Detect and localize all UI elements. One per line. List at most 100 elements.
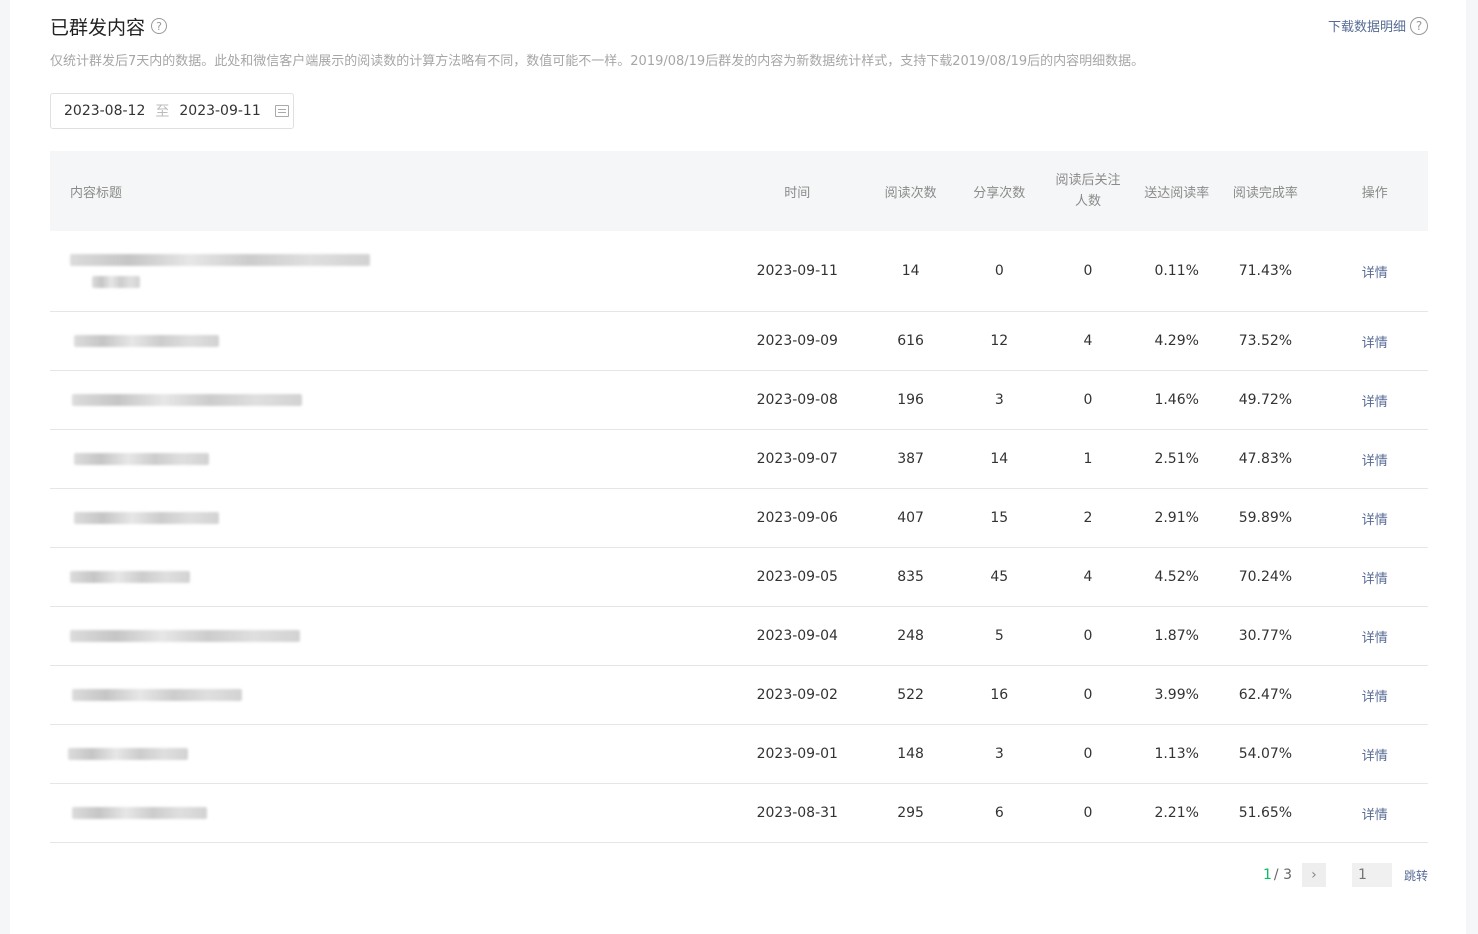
row-complete-rate: 47.83% (1238, 451, 1293, 467)
total-pages: / 3 (1273, 867, 1292, 883)
row-time: 2023-09-04 (756, 628, 838, 644)
header-action: 操作 (1361, 185, 1388, 201)
detail-link[interactable]: 详情 (1362, 513, 1388, 528)
current-page: 1 (1262, 867, 1272, 883)
pagination: 1 / 3 › 跳转 (1263, 863, 1428, 887)
row-title-redacted[interactable] (50, 607, 740, 665)
row-follows: 0 (1083, 745, 1093, 762)
row-title-redacted[interactable] (50, 231, 740, 311)
title-row: 已群发内容 ? (50, 12, 168, 40)
row-complete-rate: 73.52% (1238, 333, 1293, 349)
row-complete-rate: 51.65% (1238, 805, 1293, 821)
table-header: 内容标题 时间 阅读次数 分享次数 阅读后关注 人数 送达阅读率 阅读完成率 操… (50, 151, 1428, 231)
table-row: 2023-09-06 407 15 2 2.91% 59.89% 详情 (50, 489, 1428, 548)
detail-link[interactable]: 详情 (1362, 749, 1388, 764)
row-reads: 295 (897, 805, 924, 821)
row-complete-rate: 49.72% (1238, 392, 1293, 408)
row-deliver-rate: 2.21% (1154, 805, 1199, 821)
calendar-icon[interactable] (274, 105, 289, 117)
table-row: 2023-09-08 196 3 0 1.46% 49.72% 详情 (50, 371, 1428, 430)
row-title-redacted[interactable] (50, 548, 740, 606)
download-data-link[interactable]: 下载数据明细 ? (1328, 16, 1428, 35)
row-shares: 14 (990, 451, 1009, 467)
detail-link[interactable]: 详情 (1362, 572, 1388, 587)
row-title-redacted[interactable] (50, 312, 740, 370)
row-complete-rate: 71.43% (1238, 263, 1293, 279)
redacted-title-block (70, 254, 370, 266)
row-follows: 2 (1083, 509, 1093, 526)
row-deliver-rate: 3.99% (1154, 687, 1199, 703)
row-deliver-rate: 1.87% (1154, 628, 1199, 644)
row-time: 2023-08-31 (756, 805, 838, 821)
download-data-label[interactable]: 下载数据明细 (1328, 16, 1406, 35)
end-date[interactable]: 2023-09-11 (179, 103, 260, 119)
header-follows-line1: 阅读后关注 (1055, 173, 1121, 188)
table-row: 2023-09-01 148 3 0 1.13% 54.07% 详情 (50, 725, 1428, 784)
row-reads: 387 (897, 451, 924, 467)
row-title-redacted[interactable] (50, 725, 740, 783)
table-row: 2023-09-05 835 45 4 4.52% 70.24% 详情 (50, 548, 1428, 607)
table-row: 2023-09-11 14 0 0 0.11% 71.43% 详情 (50, 231, 1428, 312)
jump-button[interactable]: 跳转 (1404, 867, 1428, 884)
row-title-redacted[interactable] (50, 666, 740, 724)
row-complete-rate: 54.07% (1238, 746, 1293, 762)
header-complete-rate: 阅读完成率 (1232, 185, 1298, 201)
row-follows: 4 (1083, 568, 1093, 585)
row-deliver-rate: 2.91% (1154, 510, 1199, 526)
row-time: 2023-09-11 (756, 263, 838, 279)
row-title-redacted[interactable] (50, 371, 740, 429)
detail-link[interactable]: 详情 (1362, 808, 1388, 823)
row-shares: 5 (994, 628, 1004, 644)
page-jump-input[interactable] (1351, 863, 1392, 887)
table-row: 2023-08-31 295 6 0 2.21% 51.65% 详情 (50, 784, 1428, 843)
detail-link[interactable]: 详情 (1362, 266, 1388, 281)
row-time: 2023-09-09 (756, 333, 838, 349)
row-title-redacted[interactable] (50, 489, 740, 547)
table-row: 2023-09-04 248 5 0 1.87% 30.77% 详情 (50, 607, 1428, 666)
row-title-redacted[interactable] (50, 430, 740, 488)
header-shares: 分享次数 (973, 185, 1026, 201)
redacted-title-block (92, 276, 140, 288)
chevron-right-icon: › (1311, 867, 1317, 883)
help-icon[interactable]: ? (151, 18, 168, 34)
redacted-title-block (70, 571, 190, 583)
header-follows-line2: 人数 (1074, 194, 1101, 209)
header-follows: 阅读后关注 人数 (1032, 170, 1144, 212)
detail-link[interactable]: 详情 (1362, 690, 1388, 705)
row-reads: 14 (901, 263, 920, 279)
row-shares: 45 (990, 569, 1009, 585)
detail-link[interactable]: 详情 (1362, 395, 1388, 410)
row-complete-rate: 70.24% (1238, 569, 1293, 585)
content-table: 内容标题 时间 阅读次数 分享次数 阅读后关注 人数 送达阅读率 阅读完成率 操… (50, 151, 1428, 843)
row-time: 2023-09-08 (756, 392, 838, 408)
table-row: 2023-09-02 522 16 0 3.99% 62.47% 详情 (50, 666, 1428, 725)
row-title-redacted[interactable] (50, 784, 740, 842)
redacted-title-block (74, 512, 219, 524)
row-follows: 0 (1083, 391, 1093, 408)
row-reads: 196 (897, 392, 924, 408)
header-deliver-rate: 送达阅读率 (1144, 185, 1210, 201)
row-deliver-rate: 4.52% (1154, 569, 1199, 585)
next-page-button[interactable]: › (1301, 863, 1326, 887)
header-title: 内容标题 (70, 185, 123, 201)
row-shares: 16 (990, 687, 1009, 703)
download-help-icon[interactable]: ? (1410, 16, 1428, 35)
statistics-note: 仅统计群发后7天内的数据。此处和微信客户端展示的阅读数的计算方法略有不同，数值可… (50, 54, 1145, 69)
row-shares: 3 (994, 392, 1004, 408)
row-time: 2023-09-07 (756, 451, 838, 467)
row-deliver-rate: 2.51% (1154, 451, 1199, 467)
table-body: 2023-09-11 14 0 0 0.11% 71.43% 详情 2023-09-09 616… (50, 231, 1428, 843)
redacted-title-block (74, 335, 219, 347)
detail-link[interactable]: 详情 (1362, 631, 1388, 646)
detail-link[interactable]: 详情 (1362, 336, 1388, 351)
detail-link[interactable]: 详情 (1362, 454, 1388, 469)
row-reads: 835 (897, 569, 924, 585)
header-time: 时间 (784, 185, 811, 201)
date-range-picker[interactable]: 2023-08-12 至 2023-09-11 (50, 93, 294, 129)
row-reads: 248 (897, 628, 924, 644)
redacted-title-block (74, 453, 209, 465)
table-row: 2023-09-07 387 14 1 2.51% 47.83% 详情 (50, 430, 1428, 489)
start-date[interactable]: 2023-08-12 (64, 103, 145, 119)
row-deliver-rate: 0.11% (1154, 263, 1199, 279)
row-shares: 3 (994, 746, 1004, 762)
